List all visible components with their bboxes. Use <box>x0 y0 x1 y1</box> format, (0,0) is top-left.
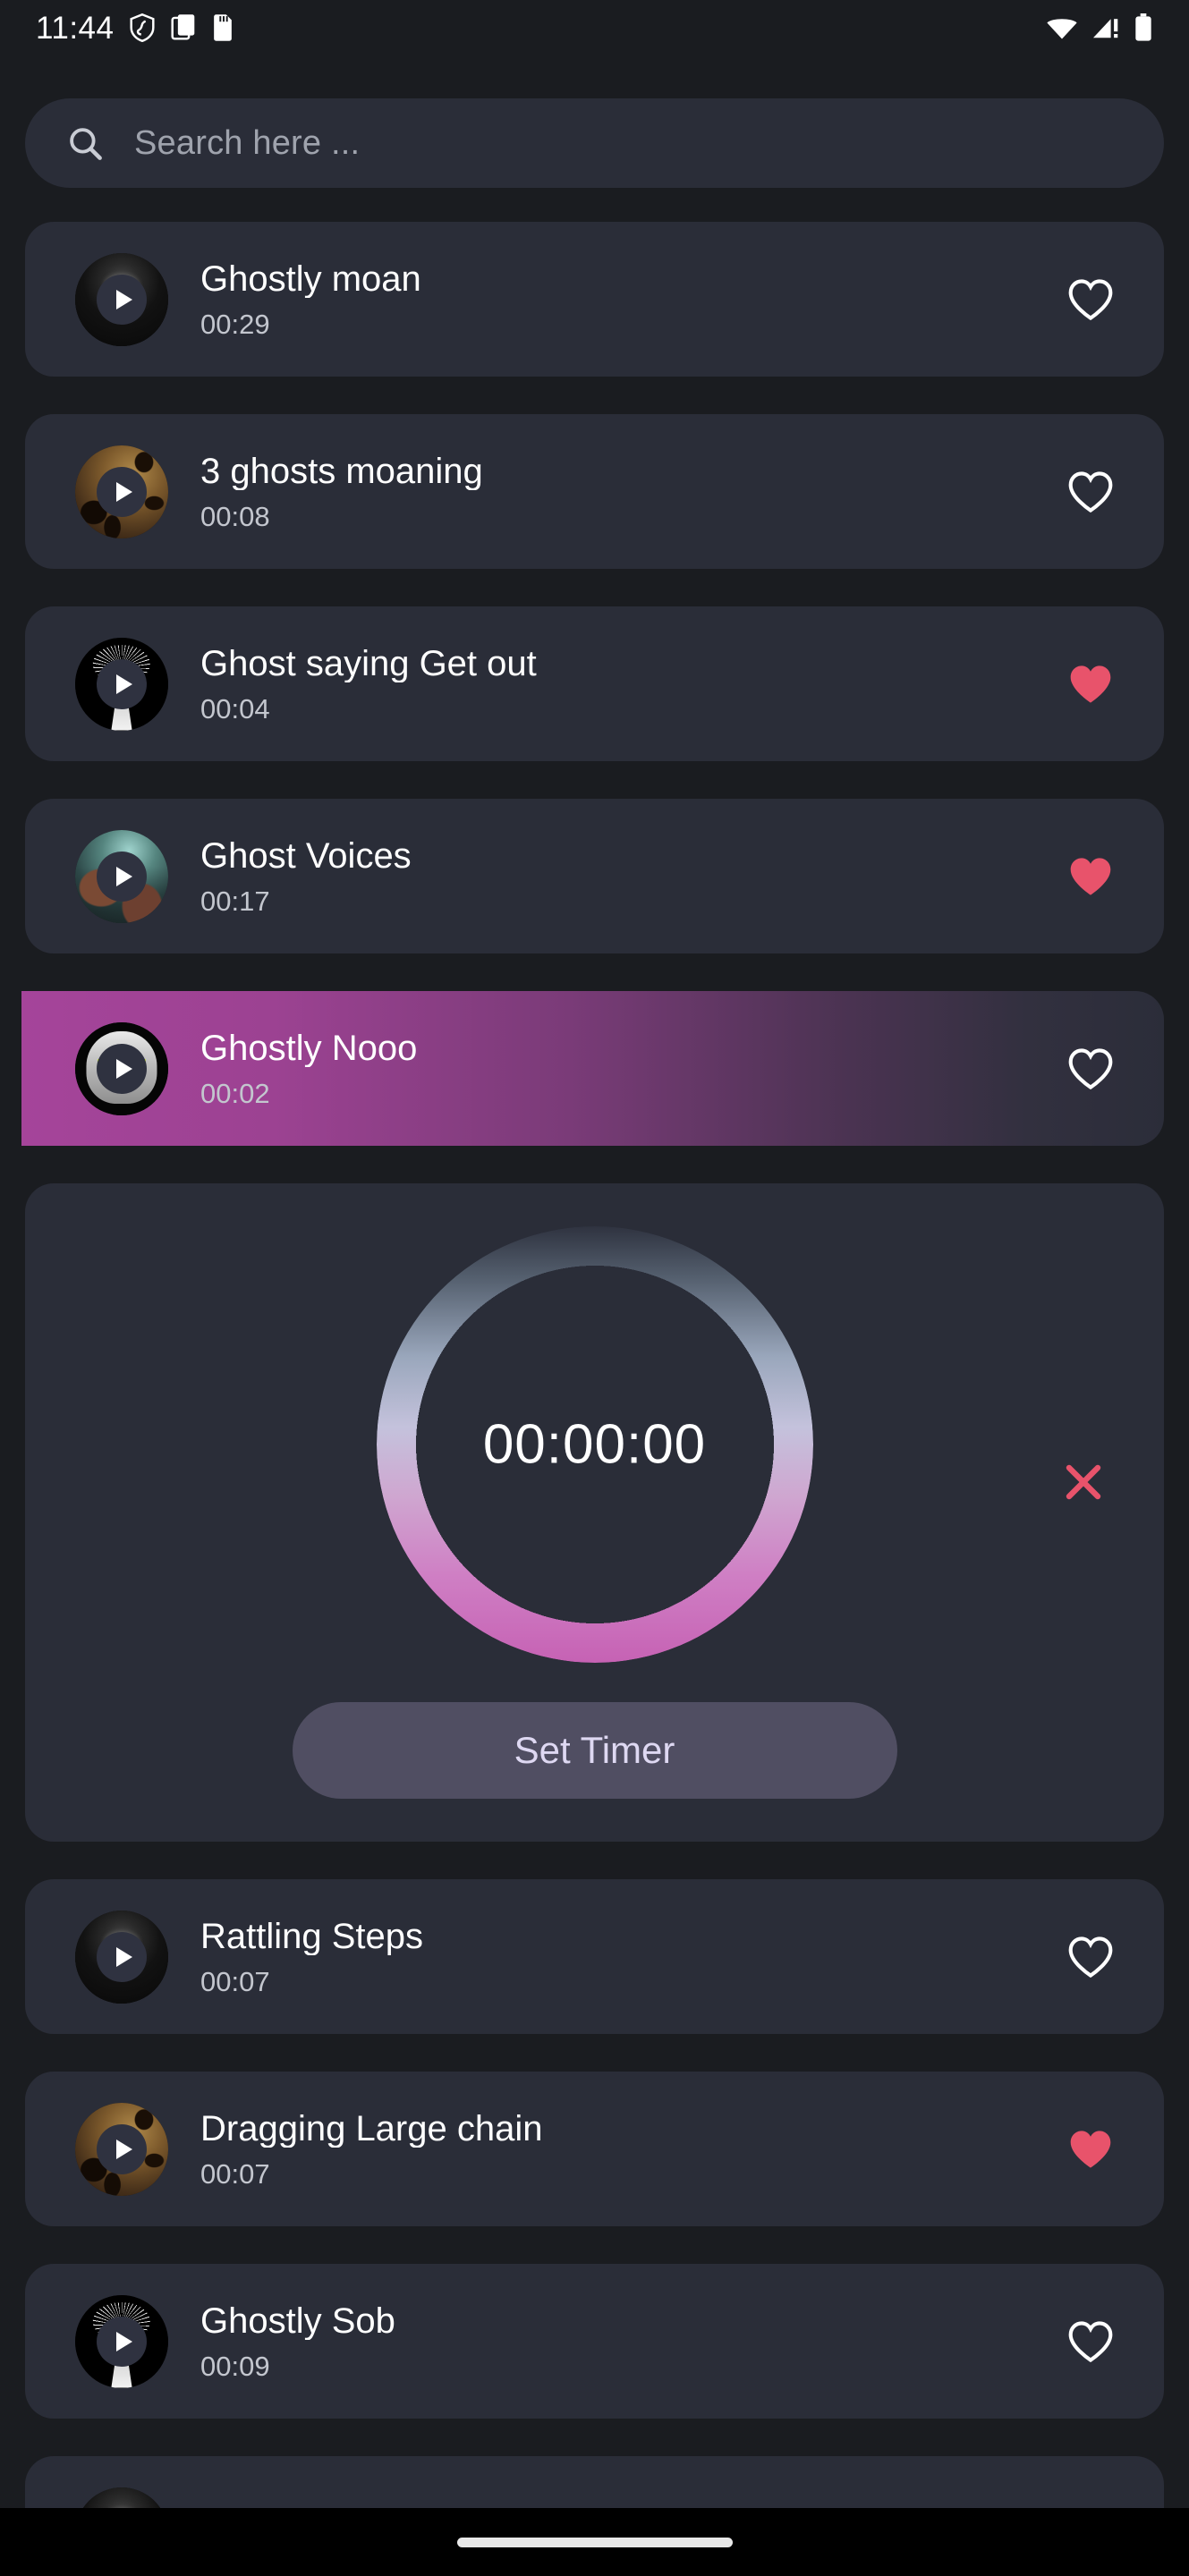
thumbnail[interactable] <box>75 1910 168 2004</box>
list-item[interactable]: 3 ghosts moaning 00:08 <box>25 414 1164 569</box>
item-meta: Dragging Large chain 00:07 <box>200 2110 1067 2188</box>
favorite-heart-filled-icon[interactable] <box>1067 662 1114 707</box>
item-meta: Ghostly moan 00:29 <box>200 260 1067 338</box>
item-duration: 00:02 <box>200 1078 270 1109</box>
search-input[interactable]: Search here ... <box>134 124 360 163</box>
play-icon[interactable] <box>97 1043 147 1094</box>
item-duration: 00:07 <box>200 1966 270 1997</box>
thumbnail[interactable] <box>75 1021 168 1115</box>
list-item[interactable]: Ghost saying Get out 00:04 <box>25 606 1164 761</box>
timer-panel: 00:00:00 Set Timer <box>25 1183 1164 1842</box>
status-bar-left: 11:44 <box>36 13 234 44</box>
favorite-heart-outline-icon[interactable] <box>1067 1935 1114 1979</box>
item-meta: Ghost Voices 00:17 <box>200 837 1067 915</box>
status-bar-right <box>1046 13 1153 42</box>
thumbnail[interactable] <box>75 252 168 346</box>
sd-card-icon <box>213 14 232 41</box>
play-icon[interactable] <box>97 2123 147 2174</box>
status-bar-clock: 11:44 <box>36 10 115 46</box>
search-bar[interactable]: Search here ... <box>25 98 1164 188</box>
item-title: Ghost saying Get out <box>200 645 537 682</box>
item-duration: 00:07 <box>200 2158 270 2190</box>
timer-display: 00:00:00 <box>482 1413 707 1476</box>
sound-list[interactable]: Ghostly moan 00:29 3 ghosts moaning 00:0… <box>0 222 1189 2508</box>
item-title: 3 ghosts moaning <box>200 453 483 490</box>
clipboard-icon <box>170 14 194 40</box>
thumbnail[interactable] <box>75 2102 168 2196</box>
item-duration: 00:04 <box>200 693 270 724</box>
search-icon <box>70 128 102 160</box>
play-icon[interactable] <box>97 658 147 709</box>
item-title: Rattling Steps <box>200 1918 424 1955</box>
battery-icon <box>1135 13 1151 41</box>
item-title: Ghostly Nooo <box>200 1030 418 1067</box>
status-bar: 11:44 <box>0 0 1189 55</box>
shield-icon <box>129 13 155 42</box>
play-icon[interactable] <box>97 2316 147 2367</box>
thumbnail[interactable] <box>75 2487 168 2508</box>
play-icon[interactable] <box>97 466 147 517</box>
item-meta: Ghostly Sob 00:09 <box>200 2302 1067 2380</box>
timer-ring: 00:00:00 <box>376 1226 813 1663</box>
list-item[interactable]: Ghostly Sob 00:09 <box>25 2264 1164 2419</box>
item-meta: Rattling Steps 00:07 <box>200 1918 1067 1996</box>
list-item[interactable]: Ghost Voices 00:17 <box>25 799 1164 953</box>
list-item-selected[interactable]: Ghostly Nooo 00:02 <box>21 991 1164 1146</box>
item-duration: 00:08 <box>200 501 270 532</box>
item-title: Ghostly moan <box>200 260 421 298</box>
thumbnail[interactable] <box>75 637 168 731</box>
play-icon[interactable] <box>97 1931 147 1982</box>
favorite-heart-outline-icon[interactable] <box>1067 2319 1114 2364</box>
item-meta: Ghost saying Get out 00:04 <box>200 645 1067 723</box>
item-duration: 00:09 <box>200 2351 270 2382</box>
list-item[interactable]: Ghostly moan 00:29 <box>25 222 1164 377</box>
thumbnail[interactable] <box>75 445 168 538</box>
list-item[interactable]: Scraping Chain <box>25 2456 1164 2508</box>
system-navigation-bar <box>0 2508 1189 2576</box>
app-screen: 11:44 Search here ... Ghostly moan 00:29… <box>0 0 1189 2576</box>
list-item[interactable]: Dragging Large chain 00:07 <box>25 2072 1164 2226</box>
item-title: Dragging Large chain <box>200 2110 543 2148</box>
play-icon[interactable] <box>97 851 147 902</box>
favorite-heart-filled-icon[interactable] <box>1067 2127 1114 2172</box>
favorite-heart-outline-icon[interactable] <box>1067 1046 1114 1091</box>
play-icon[interactable] <box>97 274 147 325</box>
list-item[interactable]: Rattling Steps 00:07 <box>25 1879 1164 2034</box>
favorite-heart-outline-icon[interactable] <box>1067 277 1114 322</box>
favorite-heart-filled-icon[interactable] <box>1067 854 1114 899</box>
wifi-icon <box>1047 19 1077 39</box>
home-indicator[interactable] <box>456 2537 733 2547</box>
item-title: Ghostly Sob <box>200 2302 395 2340</box>
thumbnail[interactable] <box>75 829 168 923</box>
item-meta: 3 ghosts moaning 00:08 <box>200 453 1067 530</box>
item-title: Ghost Voices <box>200 837 412 875</box>
set-timer-button[interactable]: Set Timer <box>292 1702 897 1799</box>
cellular-warning-icon <box>1093 19 1118 38</box>
item-meta: Ghostly Nooo 00:02 <box>200 1030 1067 1107</box>
thumbnail-art <box>75 2487 168 2508</box>
thumbnail[interactable] <box>75 2294 168 2388</box>
close-icon[interactable] <box>1062 1461 1105 1504</box>
favorite-heart-outline-icon[interactable] <box>1067 470 1114 514</box>
item-duration: 00:17 <box>200 886 270 917</box>
item-duration: 00:29 <box>200 309 270 340</box>
